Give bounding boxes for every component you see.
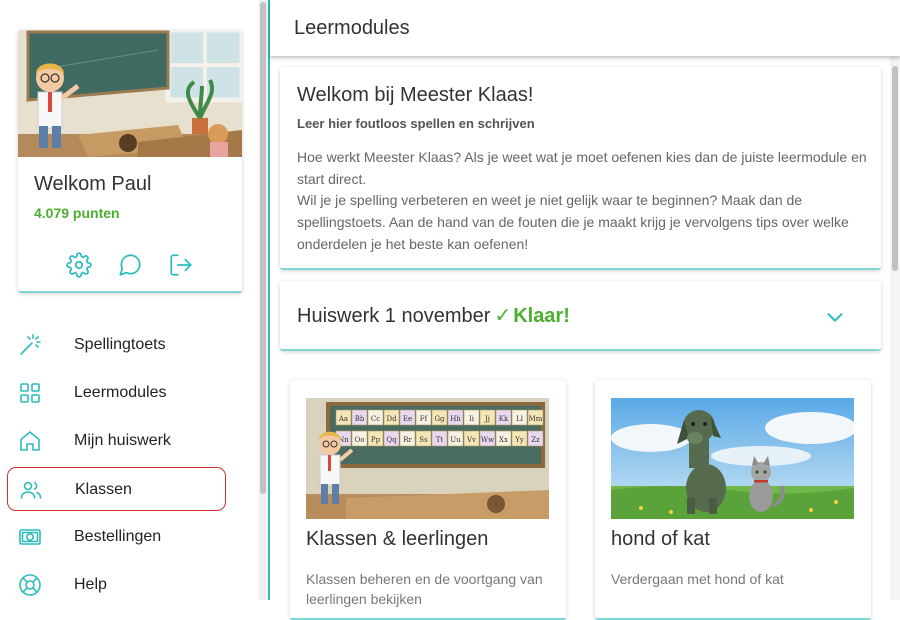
profile-illustration [18,30,242,157]
magic-wand-icon [20,334,41,355]
check-icon: ✓ [494,305,512,327]
profile-points: 4.079 punten [34,205,120,221]
sidebar-item-klassen[interactable]: Klassen [7,467,226,511]
top-bar: Leermodules [270,0,900,56]
module-image [611,398,854,519]
logout-button[interactable] [168,252,194,278]
homework-card[interactable]: Huiswerk 1 november ✓ Klaar! [280,281,881,351]
alphabet-letter: Ww [481,436,494,444]
sidebar-item-label: Leermodules [74,384,167,401]
module-image: Aa Bb Cc Dd Ee Ff Gg Hh Ii Jj Kk Ll Mm Nn Oo Pp Qq Rr Ss Tt… [306,398,549,519]
welcome-body: Hoe werkt Meester Klaas? Als je weet wat… [297,147,867,256]
alphabet-letter: Gg [434,415,445,423]
alphabet-letter: Qq [386,436,397,444]
module-card-klassen[interactable]: Aa Bb Cc Dd Ee Ff Gg Hh Ii Jj Kk Ll Mm Nn Oo Pp Qq Rr Ss Tt… [290,380,566,620]
alphabet-letter: Hh [450,415,461,423]
messages-button[interactable] [117,252,143,278]
alphabet-letter: Ee [403,415,412,423]
banknote-icon [19,529,41,545]
welcome-paragraph: Hoe werkt Meester Klaas? Als je weet wat… [297,149,867,187]
sidebar-item-leermodules[interactable]: Leermodules [7,371,226,415]
main-scrollbar-thumb[interactable] [892,66,898,271]
alphabet-letter: Xx [499,436,508,444]
grid-icon [20,383,40,403]
main-scrollbar[interactable] [890,56,900,600]
alphabet-letter: Mm [529,415,543,423]
alphabet-letter: Aa [338,415,348,423]
welcome-paragraph: Wil je je spelling verbeteren en weet je… [297,192,849,252]
alphabet-letter: Cc [371,415,380,423]
page-title: Leermodules [294,17,410,39]
alphabet-letter: Rr [403,436,412,444]
profile-card: Welkom Paul 4.079 punten [18,30,242,293]
sidebar-scrollbar-thumb[interactable] [260,2,266,494]
profile-actions [18,250,242,280]
sidebar-item-label: Spellingtoets [74,336,166,353]
alphabet-letter: Vv [466,436,476,444]
alphabet-letter: Ss [419,436,428,444]
lifebuoy-icon [19,574,41,596]
users-icon [20,481,42,499]
settings-button[interactable] [66,252,92,278]
module-description: Klassen beheren en de voortgang van leer… [306,571,543,607]
gear-icon [66,252,92,278]
profile-greeting: Welkom Paul [34,173,152,195]
sidebar-item-bestellingen[interactable]: Bestellingen [7,515,226,559]
sidebar-item-help[interactable]: Help [7,563,226,607]
homework-title: Huiswerk 1 november [297,305,491,327]
home-icon [20,431,40,451]
alphabet-letter: Ii [469,415,475,423]
alphabet-letter: Yy [514,436,524,444]
main-content: Leermodules Welkom bij Meester Klaas! Le… [270,0,900,620]
welcome-card: Welkom bij Meester Klaas! Leer hier fout… [280,67,881,270]
sidebar-scrollbar[interactable] [259,0,267,600]
alphabet-letter: Dd [386,415,397,423]
alphabet-letter: Tt [436,436,444,444]
alphabet-letter: Oo [355,436,365,444]
welcome-title: Welkom bij Meester Klaas! [297,84,534,106]
alphabet-letter: Kk [499,415,509,423]
alphabet-letter: Ll [516,415,524,423]
module-title: hond of kat [611,528,710,550]
chevron-down-icon[interactable] [824,306,846,328]
sidebar-item-label: Mijn huiswerk [74,432,171,449]
chat-icon [119,254,141,276]
logout-icon [170,254,192,276]
sidebar-item-spellingtoets[interactable]: Spellingtoets [7,323,226,367]
sidebar-item-label: Help [74,576,107,593]
alphabet-letter: Uu [450,436,461,444]
module-description: Verdergaan met hond of kat [611,571,784,587]
alphabet-letter: Pp [371,436,381,444]
sidebar: Welkom Paul 4.079 punten Spellingtoets L… [0,0,270,600]
alphabet-letter: Jj [484,415,490,423]
module-card-hond-of-kat[interactable]: hond of kat Verdergaan met hond of kat [595,380,871,620]
alphabet-letter: Bb [355,415,365,423]
module-title: Klassen & leerlingen [306,528,489,550]
sidebar-item-mijn-huiswerk[interactable]: Mijn huiswerk [7,419,226,463]
homework-heading: Huiswerk 1 november ✓ Klaar! [297,303,570,328]
alphabet-letter: Zz [531,436,540,444]
sidebar-item-label: Bestellingen [74,528,162,545]
homework-status: Klaar! [513,305,570,327]
sidebar-item-label: Klassen [75,481,132,498]
welcome-subtitle: Leer hier foutloos spellen en schrijven [297,116,535,131]
